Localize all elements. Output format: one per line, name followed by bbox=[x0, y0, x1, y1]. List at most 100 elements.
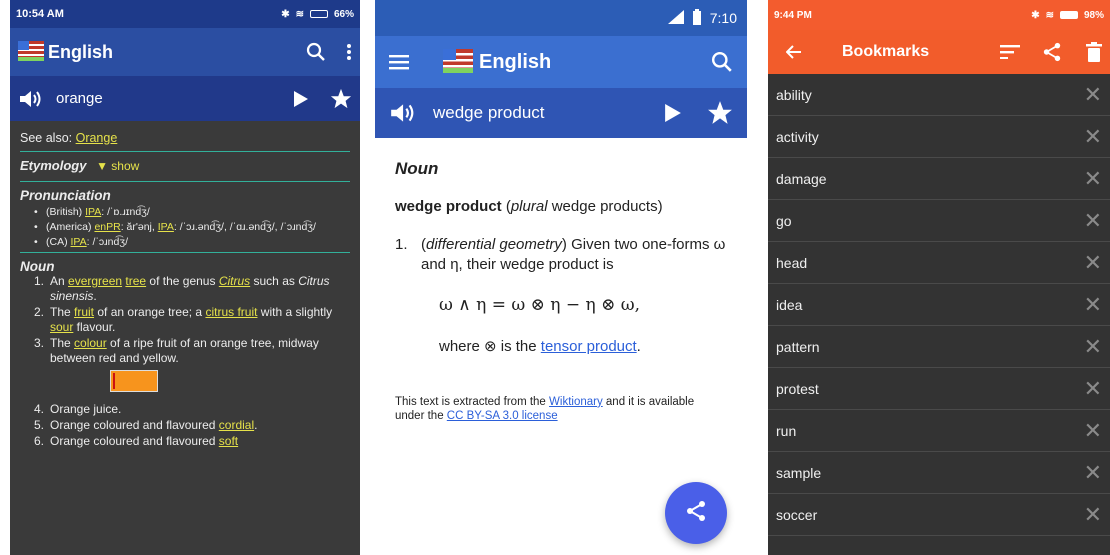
fruit-link[interactable]: fruit bbox=[74, 305, 94, 319]
remove-bookmark-icon[interactable]: ✕ bbox=[1084, 166, 1102, 192]
screenshot-stage: 10:54 AM ✱ ≋ 66% English orange See also… bbox=[0, 0, 1110, 555]
remove-bookmark-icon[interactable]: ✕ bbox=[1084, 208, 1102, 234]
citrus-fruit-link[interactable]: citrus fruit bbox=[205, 305, 257, 319]
remove-bookmark-icon[interactable]: ✕ bbox=[1084, 418, 1102, 444]
search-icon[interactable] bbox=[306, 42, 326, 62]
sour-link[interactable]: sour bbox=[50, 320, 73, 334]
app-title: Bookmarks bbox=[842, 43, 930, 60]
play-icon[interactable] bbox=[294, 90, 308, 107]
license-link[interactable]: CC BY-SA 3.0 license bbox=[447, 410, 558, 422]
phone-dictionary-light: 7:10 English wedge product Noun wedge pr… bbox=[375, 0, 747, 555]
remove-bookmark-icon[interactable]: ✕ bbox=[1084, 292, 1102, 318]
remove-bookmark-icon[interactable]: ✕ bbox=[1084, 124, 1102, 150]
bookmark-row[interactable]: sample ✕ bbox=[768, 452, 1110, 494]
app-title: English bbox=[479, 50, 552, 73]
bookmark-row[interactable]: soccer ✕ bbox=[768, 494, 1110, 536]
bookmark-label: activity bbox=[776, 128, 819, 145]
evergreen-link[interactable]: evergreen bbox=[68, 274, 122, 288]
back-arrow-icon[interactable] bbox=[786, 44, 802, 60]
bookmark-row[interactable]: idea ✕ bbox=[768, 284, 1110, 326]
part-of-speech: Noun bbox=[395, 159, 439, 178]
where-line: where ⊗ is the tensor product. bbox=[439, 337, 641, 355]
share-icon[interactable] bbox=[1042, 42, 1062, 62]
app-bar: Bookmarks bbox=[768, 30, 1110, 74]
ipa-link[interactable]: IPA bbox=[71, 236, 87, 248]
ipa-link[interactable]: IPA bbox=[85, 206, 101, 218]
colour-link[interactable]: colour bbox=[74, 336, 107, 350]
enpr-link[interactable]: enPR bbox=[94, 221, 120, 233]
bookmark-row[interactable]: activity ✕ bbox=[768, 116, 1110, 158]
bookmark-label: run bbox=[776, 422, 797, 439]
definition-content: Noun wedge product (plural wedge product… bbox=[375, 138, 747, 444]
etymology-show-toggle[interactable]: ▼ show bbox=[96, 159, 139, 173]
pronunciation-item: (British) IPA: /ˈɒ.ɹɪnd͡ʒ/ bbox=[34, 206, 350, 218]
wiktionary-link[interactable]: Wiktionary bbox=[549, 396, 603, 408]
sense-item: 1. (differential geometry) Given two one… bbox=[395, 236, 726, 274]
menu-icon[interactable] bbox=[389, 54, 409, 70]
citrus-link[interactable]: Citrus bbox=[219, 274, 250, 288]
share-fab[interactable] bbox=[665, 482, 727, 544]
word-bar: orange bbox=[10, 76, 360, 121]
search-icon[interactable] bbox=[711, 51, 733, 73]
battery-icon bbox=[692, 8, 702, 28]
bookmark-label: go bbox=[776, 212, 792, 229]
bookmark-row[interactable]: run ✕ bbox=[768, 410, 1110, 452]
star-icon[interactable] bbox=[707, 100, 733, 126]
remove-bookmark-icon[interactable]: ✕ bbox=[1084, 502, 1102, 528]
ipa-link[interactable]: IPA bbox=[158, 221, 174, 233]
status-time: 10:54 AM bbox=[16, 8, 64, 20]
bookmark-label: ability bbox=[776, 86, 812, 103]
app-bar: English bbox=[375, 36, 747, 88]
remove-bookmark-icon[interactable]: ✕ bbox=[1084, 376, 1102, 402]
see-also-link[interactable]: Orange bbox=[76, 131, 118, 145]
soft-link[interactable]: soft bbox=[219, 434, 238, 448]
sense-item: 2. The fruit of an orange tree; a citrus… bbox=[34, 305, 333, 334]
tensor-product-link[interactable]: tensor product bbox=[541, 338, 637, 355]
remove-bookmark-icon[interactable]: ✕ bbox=[1084, 250, 1102, 276]
word-bar: wedge product bbox=[375, 88, 747, 138]
us-flag-icon bbox=[18, 39, 44, 66]
status-bar: 9:44 PM ✱ ≋ 98% bbox=[768, 0, 1110, 30]
bookmark-label: head bbox=[776, 254, 808, 271]
tree-link[interactable]: tree bbox=[125, 274, 146, 288]
status-time: 7:10 bbox=[709, 10, 737, 26]
remove-bookmark-icon[interactable]: ✕ bbox=[1084, 460, 1102, 486]
see-also: See also: Orange bbox=[20, 131, 350, 152]
delete-icon[interactable] bbox=[1086, 42, 1102, 62]
status-bar: 10:54 AM ✱ ≋ 66% bbox=[10, 0, 360, 28]
star-icon[interactable] bbox=[330, 88, 352, 110]
us-flag-icon bbox=[443, 47, 473, 78]
bookmark-row[interactable]: ability ✕ bbox=[768, 74, 1110, 116]
bluetooth-icon: ✱ bbox=[1031, 9, 1040, 21]
bookmark-label: pattern bbox=[776, 338, 820, 355]
sense-item: 3. The colour of a ripe fruit of an oran… bbox=[34, 336, 350, 392]
noun-heading: Noun bbox=[20, 259, 55, 274]
bookmark-row[interactable]: go ✕ bbox=[768, 200, 1110, 242]
senses-list: 1. An evergreen tree of the genus Citrus… bbox=[20, 274, 350, 449]
wifi-icon: ≋ bbox=[295, 8, 304, 20]
definition-content: See also: Orange Etymology ▼ show Pronun… bbox=[10, 121, 360, 460]
bookmark-label: damage bbox=[776, 170, 827, 187]
remove-bookmark-icon[interactable]: ✕ bbox=[1084, 334, 1102, 360]
battery-icon bbox=[1059, 11, 1078, 19]
sense-item: 1. An evergreen tree of the genus Citrus… bbox=[34, 274, 330, 303]
cordial-link[interactable]: cordial bbox=[219, 418, 254, 432]
wedge-formula: ω ∧ η = ω ⊗ η − η ⊗ ω, bbox=[439, 294, 641, 315]
remove-bookmark-icon[interactable]: ✕ bbox=[1084, 82, 1102, 108]
status-icons: ✱ ≋ 98% bbox=[1031, 10, 1104, 21]
speaker-icon[interactable] bbox=[389, 102, 415, 124]
pronunciation-item: (America) enPR: ăr'ənj, IPA: /ˈɔɹ.ənd͡ʒ/… bbox=[34, 221, 350, 233]
bookmark-row[interactable]: protest ✕ bbox=[768, 368, 1110, 410]
app-title: English bbox=[48, 41, 114, 62]
divider bbox=[20, 252, 350, 253]
bookmark-row[interactable]: damage ✕ bbox=[768, 158, 1110, 200]
bookmark-row[interactable]: pattern ✕ bbox=[768, 326, 1110, 368]
bookmark-row[interactable]: head ✕ bbox=[768, 242, 1110, 284]
pronunciation-heading: Pronunciation bbox=[20, 188, 111, 203]
speaker-icon[interactable] bbox=[18, 89, 42, 109]
more-vert-icon[interactable] bbox=[346, 43, 352, 61]
play-icon[interactable] bbox=[665, 104, 681, 122]
sort-icon[interactable] bbox=[1000, 45, 1020, 59]
battery-percent: 66% bbox=[333, 8, 354, 20]
bluetooth-icon: ✱ bbox=[281, 8, 290, 20]
